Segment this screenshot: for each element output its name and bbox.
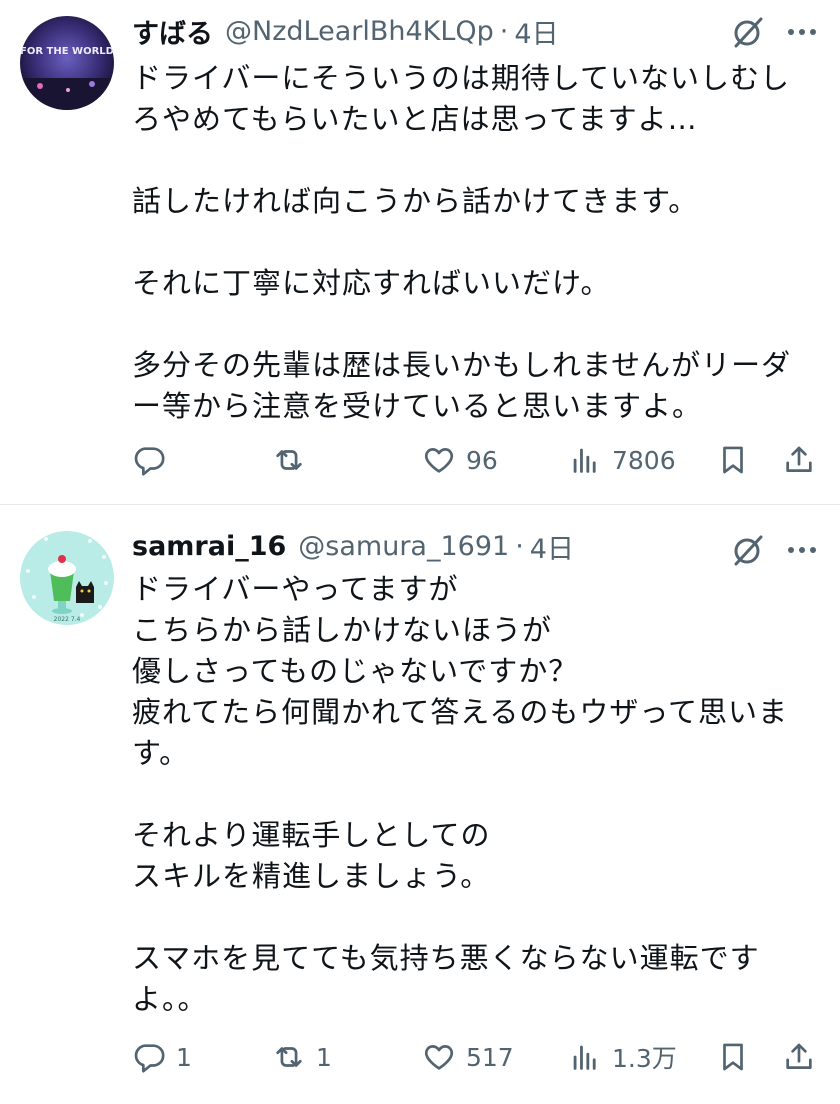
bookmark-icon (723, 446, 743, 474)
timestamp[interactable]: 4日 (514, 12, 558, 51)
like-icon (424, 448, 454, 473)
tweet-text: ドライバーにそういうのは期待していないしむし ろやめてもらいたいと店は思ってます… (132, 61, 792, 423)
tweet-actions: 1 1 517 1.3万 (132, 1035, 822, 1079)
tweet[interactable]: FOR THE WORLD すばる @NzdLearlBh4KLQp · 4日 … (0, 0, 840, 504)
views-button[interactable]: 1.3万 (568, 1035, 677, 1079)
avatar-logo-text: FOR THE WORLD (20, 46, 114, 57)
views-icon (573, 448, 596, 473)
retweet-icon (276, 450, 302, 470)
retweet-count: 1 (316, 1042, 332, 1072)
views-count: 7806 (612, 445, 676, 475)
more-icon[interactable] (784, 534, 820, 566)
reply-count: 1 (176, 1042, 192, 1072)
avatar[interactable]: 2022 7.4 (20, 531, 114, 625)
views-icon (573, 1045, 596, 1070)
separator: · (499, 15, 509, 47)
more-icon[interactable] (784, 16, 820, 48)
timestamp[interactable]: 4日 (530, 527, 574, 566)
user-name[interactable]: samrai_16 (132, 531, 286, 562)
share-icon (786, 1043, 812, 1069)
user-handle[interactable]: @NzdLearlBh4KLQp (225, 16, 494, 47)
avatar-caption: 2022 7.4 (54, 616, 81, 623)
tweet-actions: 96 7806 (132, 438, 822, 482)
like-button[interactable]: 96 (422, 438, 498, 482)
bookmark-button[interactable] (716, 438, 750, 482)
share-button[interactable] (782, 438, 816, 482)
user-handle[interactable]: @samura_1691 (298, 531, 509, 562)
avatar-image: 2022 7.4 (20, 531, 114, 625)
views-button[interactable]: 7806 (568, 438, 676, 482)
retweet-button[interactable] (272, 438, 316, 482)
grok-icon[interactable] (730, 532, 766, 568)
tweet-header: samrai_16 @samura_1691 · 4日 (132, 525, 574, 567)
like-count: 96 (466, 445, 498, 475)
bookmark-icon (723, 1043, 743, 1071)
tweet-header: すばる @NzdLearlBh4KLQp · 4日 (132, 10, 559, 52)
retweet-button[interactable]: 1 (272, 1035, 332, 1079)
avatar[interactable]: FOR THE WORLD (20, 16, 114, 110)
user-name[interactable]: すばる (132, 12, 213, 51)
avatar-image: FOR THE WORLD (20, 16, 114, 110)
like-button[interactable]: 517 (422, 1035, 514, 1079)
reply-button[interactable] (132, 438, 176, 482)
like-icon (424, 1045, 454, 1070)
tweet-text: ドライバーやってますが こちらから話しかけないほうが 優しさってものじゃないです… (132, 572, 788, 1016)
bookmark-button[interactable] (716, 1035, 750, 1079)
share-icon (786, 446, 812, 472)
retweet-icon (276, 1047, 302, 1067)
separator: · (515, 530, 524, 562)
grok-icon[interactable] (730, 14, 766, 50)
tweet[interactable]: 2022 7.4 samrai_16 @samura_1691 · 4日 ドライ… (0, 505, 840, 1104)
like-count: 517 (466, 1042, 514, 1072)
views-count: 1.3万 (612, 1044, 677, 1073)
reply-button[interactable]: 1 (132, 1035, 192, 1079)
reply-icon (134, 1044, 165, 1073)
share-button[interactable] (782, 1035, 816, 1079)
reply-icon (134, 447, 165, 476)
